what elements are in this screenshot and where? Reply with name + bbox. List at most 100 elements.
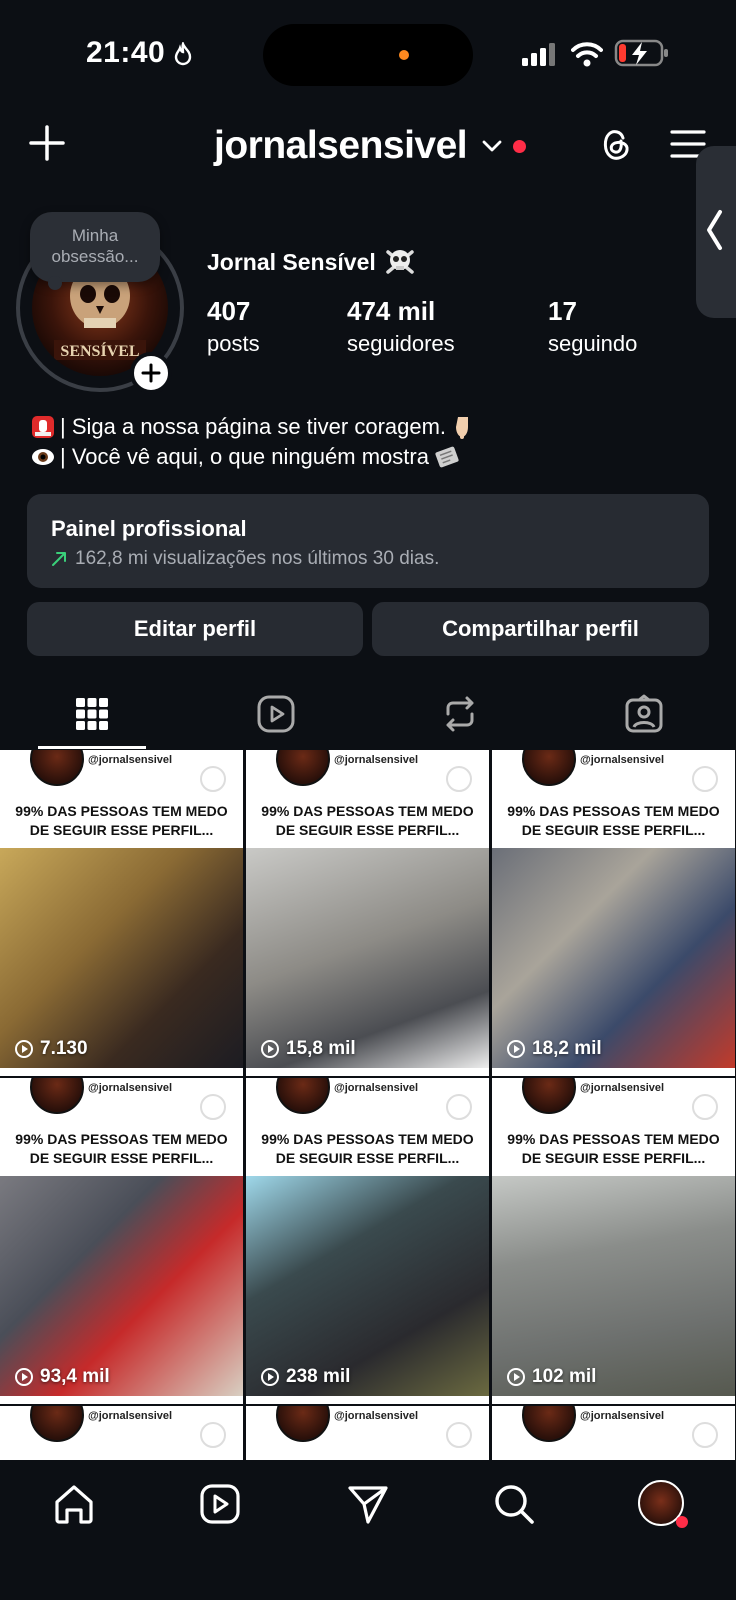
play-count-icon [507,1368,525,1386]
reel-badge-icon [446,1422,472,1448]
following-count: 17 [548,296,577,326]
post-views: 238 mil [260,1366,350,1388]
dynamic-island [263,24,473,86]
post-logo [276,1406,330,1442]
profile-note[interactable]: Minha obsessão... [30,212,160,282]
post-tile[interactable]: @jornalsensivel 99% DAS PESSOAS TEM MEDO… [246,750,489,1076]
privacy-indicator [399,50,409,60]
post-header: @jornalsensivel [246,1406,489,1460]
reposts-tab-icon[interactable] [440,694,480,734]
post-header: @jornalsensivel 99% DAS PESSOAS TEM MEDO… [246,1078,489,1176]
post-header: @jornalsensivel [492,1406,735,1460]
post-views: 102 mil [506,1366,596,1388]
wifi-icon [571,42,603,67]
bottom-navigation [0,1460,736,1600]
svg-text:SENSÍVEL: SENSÍVEL [60,341,139,360]
post-logo [522,1406,576,1442]
note-text: Minha obsessão... [51,226,139,266]
note-bubble-tail [48,276,62,290]
post-headline: 99% DAS PESSOAS TEM MEDO DE SEGUIR ESSE … [261,1131,474,1166]
add-story-button[interactable] [130,352,172,394]
post-video-thumbnail: 238 mil [246,1176,489,1396]
search-icon[interactable] [492,1482,536,1526]
direct-messages-icon[interactable] [346,1482,390,1526]
post-tile[interactable]: @jornalsensivel 99% DAS PESSOAS TEM MEDO… [492,1078,735,1404]
profile-notification-dot [676,1516,688,1528]
reel-badge-icon [692,766,718,792]
stat-posts[interactable]: 407 posts [207,296,260,357]
display-name-text: Jornal Sensível [207,248,376,275]
chevron-left-icon [707,210,722,250]
post-tile[interactable]: @jornalsensivel 99% DAS PESSOAS TEM MEDO… [246,1078,489,1404]
post-headline: 99% DAS PESSOAS TEM MEDO DE SEGUIR ESSE … [15,803,228,838]
post-handle: @jornalsensivel [334,1082,419,1094]
post-tile[interactable]: @jornalsensivel 99% DAS PESSOAS TEM MEDO… [0,750,243,1076]
reels-tab-icon[interactable] [256,694,296,734]
username: jornalsensivel [214,124,468,167]
post-video-thumbnail: 7.130 [0,848,243,1068]
profile-tabs [0,680,736,750]
play-count-icon [15,1368,33,1386]
edit-profile-button[interactable]: Editar perfil [27,602,363,656]
eye-emoji-icon [32,449,54,465]
stat-followers[interactable]: 474 mil seguidores [347,296,455,357]
play-count-icon [15,1040,33,1058]
post-headline: 99% DAS PESSOAS TEM MEDO DE SEGUIR ESSE … [507,1131,720,1166]
tagged-tab-icon[interactable] [624,694,664,734]
pointing-down-emoji-icon [456,417,469,439]
bio-line-2: | Você vê aqui, o que ninguém mostra [30,442,476,472]
post-headline: 99% DAS PESSOAS TEM MEDO DE SEGUIR ESSE … [507,803,720,838]
play-count-icon [507,1040,525,1058]
post-video-thumbnail: 15,8 mil [246,848,489,1068]
posts-label: posts [207,331,260,356]
stat-following[interactable]: 17 seguindo [548,296,637,357]
reels-icon[interactable] [198,1482,242,1526]
post-handle: @jornalsensivel [88,1082,173,1094]
post-tile[interactable]: @jornalsensivel 99% DAS PESSOAS TEM MEDO… [492,750,735,1076]
bio-text-2: | Você vê aqui, o que ninguém mostra [60,444,429,469]
post-tile[interactable]: @jornalsensivel [246,1406,489,1460]
following-label: seguindo [548,331,638,356]
flame-icon [174,42,192,66]
post-tile[interactable]: @jornalsensivel [492,1406,735,1460]
skull-crossbones-icon [386,250,414,274]
pro-panel-title: Painel profissional [51,516,247,541]
followers-count: 474 mil [347,296,436,326]
reel-badge-icon [692,1094,718,1120]
side-drawer-handle[interactable] [696,146,736,318]
siren-emoji-icon [32,416,54,438]
cellular-signal-icon [522,43,555,66]
bio-text-1: | Siga a nossa página se tiver coragem. [60,414,447,439]
reel-badge-icon [200,766,226,792]
battery-charging-icon [614,39,668,67]
create-plus-icon[interactable] [28,124,66,162]
post-video-thumbnail: 93,4 mil [0,1176,243,1396]
share-profile-button[interactable]: Compartilhar perfil [372,602,709,656]
professional-dashboard[interactable]: Painel profissional 162,8 mi visualizaçõ… [27,494,709,588]
followers-label: seguidores [347,331,455,356]
play-count-icon [261,1040,279,1058]
reel-badge-icon [200,1094,226,1120]
post-views: 18,2 mil [506,1038,602,1060]
bio-line-1: | Siga a nossa página se tiver coragem. [30,412,476,442]
post-tile[interactable]: @jornalsensivel 99% DAS PESSOAS TEM MEDO… [0,1078,243,1404]
post-handle: @jornalsensivel [580,1410,665,1422]
post-header: @jornalsensivel 99% DAS PESSOAS TEM MEDO… [246,750,489,848]
home-icon[interactable] [52,1482,96,1526]
post-handle: @jornalsensivel [88,754,173,766]
post-views: 93,4 mil [14,1366,110,1388]
notification-dot [513,139,527,153]
posts-grid: @jornalsensivel 99% DAS PESSOAS TEM MEDO… [0,750,736,1460]
active-tab-indicator [38,746,146,749]
reel-badge-icon [446,766,472,792]
post-tile[interactable]: @jornalsensivel [0,1406,243,1460]
post-handle: @jornalsensivel [334,1410,419,1422]
display-name: Jornal Sensível [207,246,416,278]
post-logo [30,1406,84,1442]
post-header: @jornalsensivel 99% DAS PESSOAS TEM MEDO… [0,750,243,848]
plus-icon [141,363,161,383]
pro-panel-subtitle: 162,8 mi visualizações nos últimos 30 di… [51,548,439,570]
grid-tab-icon[interactable] [72,694,112,734]
threads-icon[interactable] [596,124,634,164]
account-switcher[interactable]: jornalsensivel [214,124,527,168]
